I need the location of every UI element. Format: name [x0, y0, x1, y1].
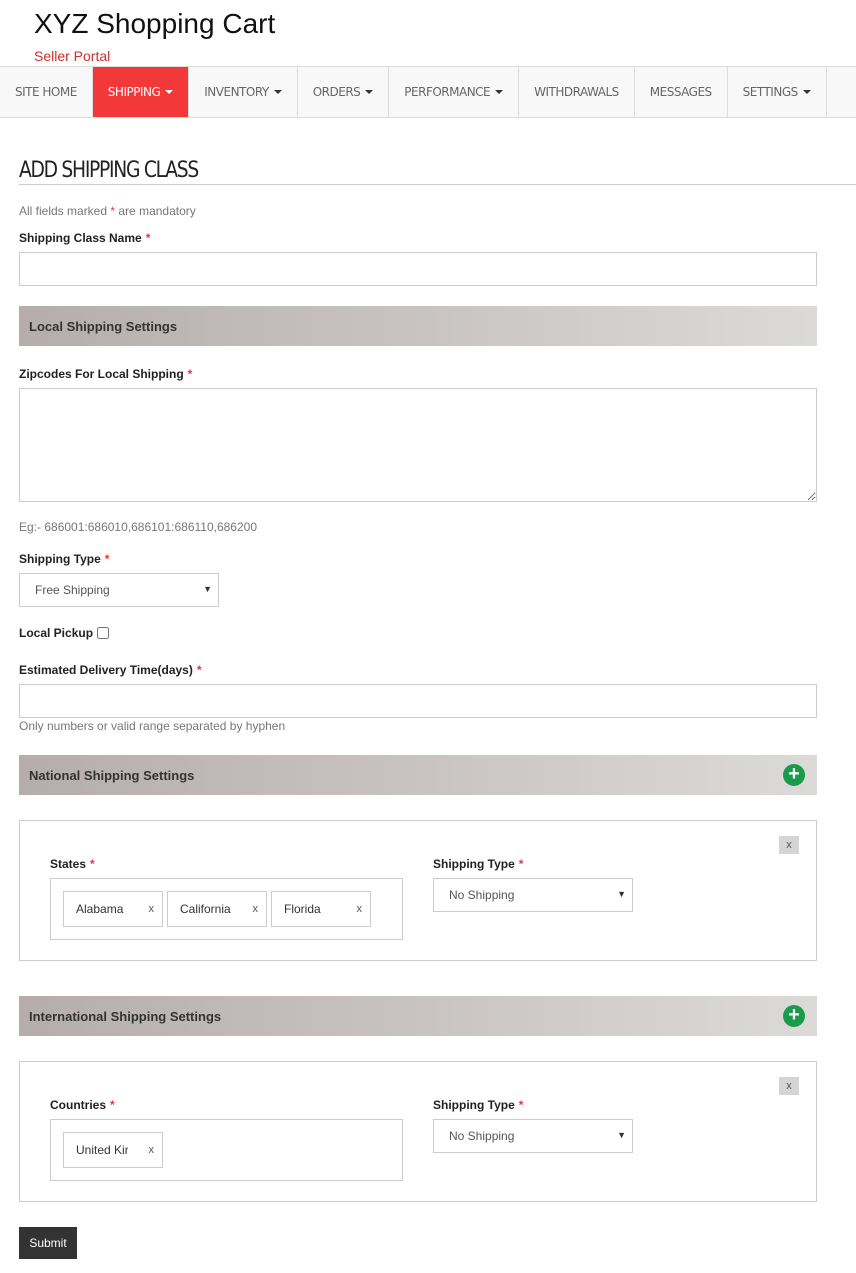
zipcodes-hint: Eg:- 686001:686010,686101:686110,686200 — [19, 520, 258, 534]
local-shipping-type-label: Shipping Type * — [19, 552, 110, 566]
countries-label: Countries * — [50, 1098, 115, 1112]
nav-item-label: INVENTORY — [204, 85, 269, 99]
nav-item-label: ORDERS — [312, 85, 361, 99]
tag-label: Alabama — [76, 902, 124, 916]
add-national-icon[interactable]: + — [783, 764, 805, 786]
nav-item-label: SITE HOME — [15, 85, 77, 99]
local-shipping-type-select[interactable]: Free Shipping ▼ — [19, 573, 219, 607]
nav-item-performance[interactable]: PERFORMANCE — [389, 67, 520, 117]
nav-item-label: MESSAGES — [649, 85, 712, 99]
required-star: * — [110, 204, 116, 218]
main-nav: SITE HOME SHIPPING INVENTORY ORDERS PERFORMA… — [0, 66, 856, 118]
caret-down-icon — [495, 90, 504, 94]
nav-item-label: SETTINGS — [742, 85, 799, 99]
tag-remove-icon[interactable]: x — [253, 903, 259, 915]
nav-item-label: WITHDRAWALS — [534, 85, 619, 99]
class-name-input[interactable] — [19, 252, 817, 286]
international-rule-box: x Countries * United Kir x Shipping Type * … — [19, 1061, 817, 1202]
caret-down-icon — [165, 90, 174, 94]
nav-item-shipping[interactable]: SHIPPING — [92, 67, 190, 117]
zipcodes-label: Zipcodes For Local Shipping * — [19, 367, 193, 381]
tag-label: California — [180, 902, 231, 916]
remove-international-button[interactable]: x — [779, 1077, 799, 1095]
nav-item-settings[interactable]: SETTINGS — [728, 67, 827, 117]
dropdown-arrow-icon: ▼ — [617, 889, 626, 899]
class-name-label: Shipping Class Name * — [19, 231, 151, 245]
national-shipping-type-label: Shipping Type * — [433, 857, 524, 871]
delivery-time-hint: Only numbers or valid range separated by… — [19, 719, 286, 733]
tag-label: United Kir — [76, 1143, 128, 1157]
remove-national-button[interactable]: x — [779, 836, 799, 854]
tag-remove-icon[interactable]: x — [149, 1144, 155, 1156]
nav-item-messages[interactable]: MESSAGES — [635, 67, 728, 117]
tag-item: Alabama x — [63, 891, 163, 927]
page-title: ADD SHIPPING CLASS — [19, 158, 199, 183]
countries-input[interactable]: United Kir x — [50, 1119, 403, 1181]
tag-remove-icon[interactable]: x — [357, 903, 363, 915]
submit-button[interactable]: Submit — [19, 1227, 77, 1259]
tag-label: Florida — [284, 902, 321, 916]
national-rule-box: x States * Alabama x California x Florida x Sh… — [19, 820, 817, 961]
tag-item: United Kir x — [63, 1132, 163, 1168]
states-input[interactable]: Alabama x California x Florida x — [50, 878, 403, 940]
international-shipping-type-select[interactable]: No Shipping ▼ — [433, 1119, 633, 1153]
mandatory-note: All fields marked * are mandatory — [19, 204, 196, 218]
delivery-time-input[interactable] — [19, 684, 817, 718]
divider — [19, 184, 856, 185]
note-text: are mandatory — [118, 204, 196, 218]
site-subtitle: Seller Portal — [34, 48, 111, 64]
international-shipping-type-label: Shipping Type * — [433, 1098, 524, 1112]
delivery-time-label: Estimated Delivery Time(days) * — [19, 663, 202, 677]
note-text: All fields marked — [19, 204, 108, 218]
nav-item-label: PERFORMANCE — [404, 85, 491, 99]
international-shipping-header: International Shipping Settings + — [19, 996, 817, 1036]
national-shipping-header: National Shipping Settings + — [19, 755, 817, 795]
caret-down-icon — [365, 90, 374, 94]
local-pickup: Local Pickup — [19, 626, 110, 640]
states-label: States * — [50, 857, 95, 871]
caret-down-icon — [273, 90, 282, 94]
tag-item: Florida x — [271, 891, 371, 927]
site-title: XYZ Shopping Cart — [34, 8, 276, 39]
caret-down-icon — [802, 90, 811, 94]
nav-item-withdrawals[interactable]: WITHDRAWALS — [519, 67, 635, 117]
tag-item: California x — [167, 891, 267, 927]
local-shipping-header: Local Shipping Settings — [19, 306, 817, 346]
nav-item-orders[interactable]: ORDERS — [298, 67, 390, 117]
zipcodes-textarea[interactable] — [19, 388, 817, 502]
nav-item-inventory[interactable]: INVENTORY — [189, 67, 298, 117]
add-international-icon[interactable]: + — [783, 1005, 805, 1027]
national-shipping-type-select[interactable]: No Shipping ▼ — [433, 878, 633, 912]
nav-item-label: SHIPPING — [107, 85, 161, 99]
tag-remove-icon[interactable]: x — [149, 903, 155, 915]
dropdown-arrow-icon: ▼ — [617, 1130, 626, 1140]
local-pickup-checkbox[interactable] — [97, 627, 110, 639]
dropdown-arrow-icon: ▼ — [203, 584, 212, 594]
nav-item-site-home[interactable]: SITE HOME — [0, 67, 93, 117]
